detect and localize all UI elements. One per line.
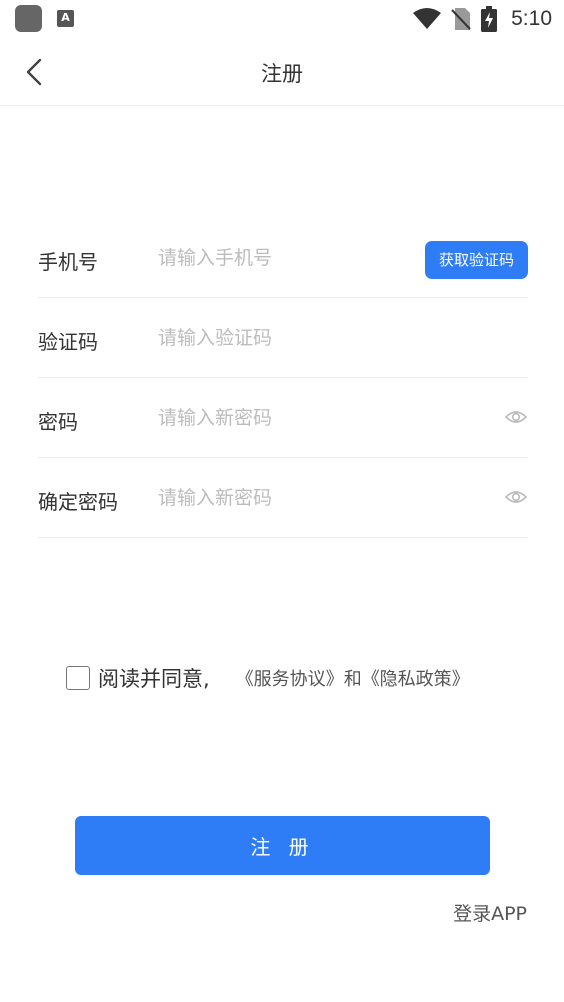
no-signal-icon	[451, 8, 471, 30]
wifi-icon	[413, 8, 442, 29]
a-badge-icon: A	[57, 10, 74, 27]
app-square-icon	[15, 5, 42, 32]
clock-time: 5:10	[511, 7, 552, 30]
password-input[interactable]	[158, 400, 408, 436]
code-row: 验证码	[38, 298, 528, 378]
confirm-password-label: 确定密码	[38, 490, 118, 514]
register-form: 手机号 获取验证码 验证码 密码 确定密码	[38, 218, 528, 538]
agreement-checkbox[interactable]	[66, 666, 90, 690]
get-code-button[interactable]: 获取验证码	[424, 241, 528, 279]
agreement-text: 阅读并同意,	[98, 667, 210, 691]
agreement-row: 阅读并同意, 《服务协议》 和 《隐私政策》	[66, 662, 470, 694]
and-text: 和	[343, 669, 362, 690]
confirm-password-input[interactable]	[158, 480, 408, 516]
code-input[interactable]	[158, 320, 408, 356]
battery-charging-icon	[481, 6, 498, 32]
confirm-password-row: 确定密码	[38, 458, 528, 538]
status-icons: 5:10	[413, 5, 552, 33]
app-header: 注册	[0, 38, 564, 106]
page-title: 注册	[261, 62, 303, 86]
eye-icon[interactable]	[504, 405, 528, 429]
password-label: 密码	[38, 410, 78, 434]
service-agreement-link[interactable]: 《服务协议》	[236, 665, 344, 691]
eye-icon[interactable]	[504, 485, 528, 509]
privacy-policy-link[interactable]: 《隐私政策》	[362, 665, 470, 691]
phone-input[interactable]	[158, 240, 408, 276]
password-row: 密码	[38, 378, 528, 458]
phone-label: 手机号	[38, 250, 98, 274]
phone-row: 手机号 获取验证码	[38, 218, 528, 298]
status-bar: A 5:10	[0, 0, 564, 38]
code-label: 验证码	[38, 330, 98, 354]
login-app-link[interactable]: 登录APP	[453, 899, 527, 926]
register-button[interactable]: 注 册	[75, 816, 490, 875]
